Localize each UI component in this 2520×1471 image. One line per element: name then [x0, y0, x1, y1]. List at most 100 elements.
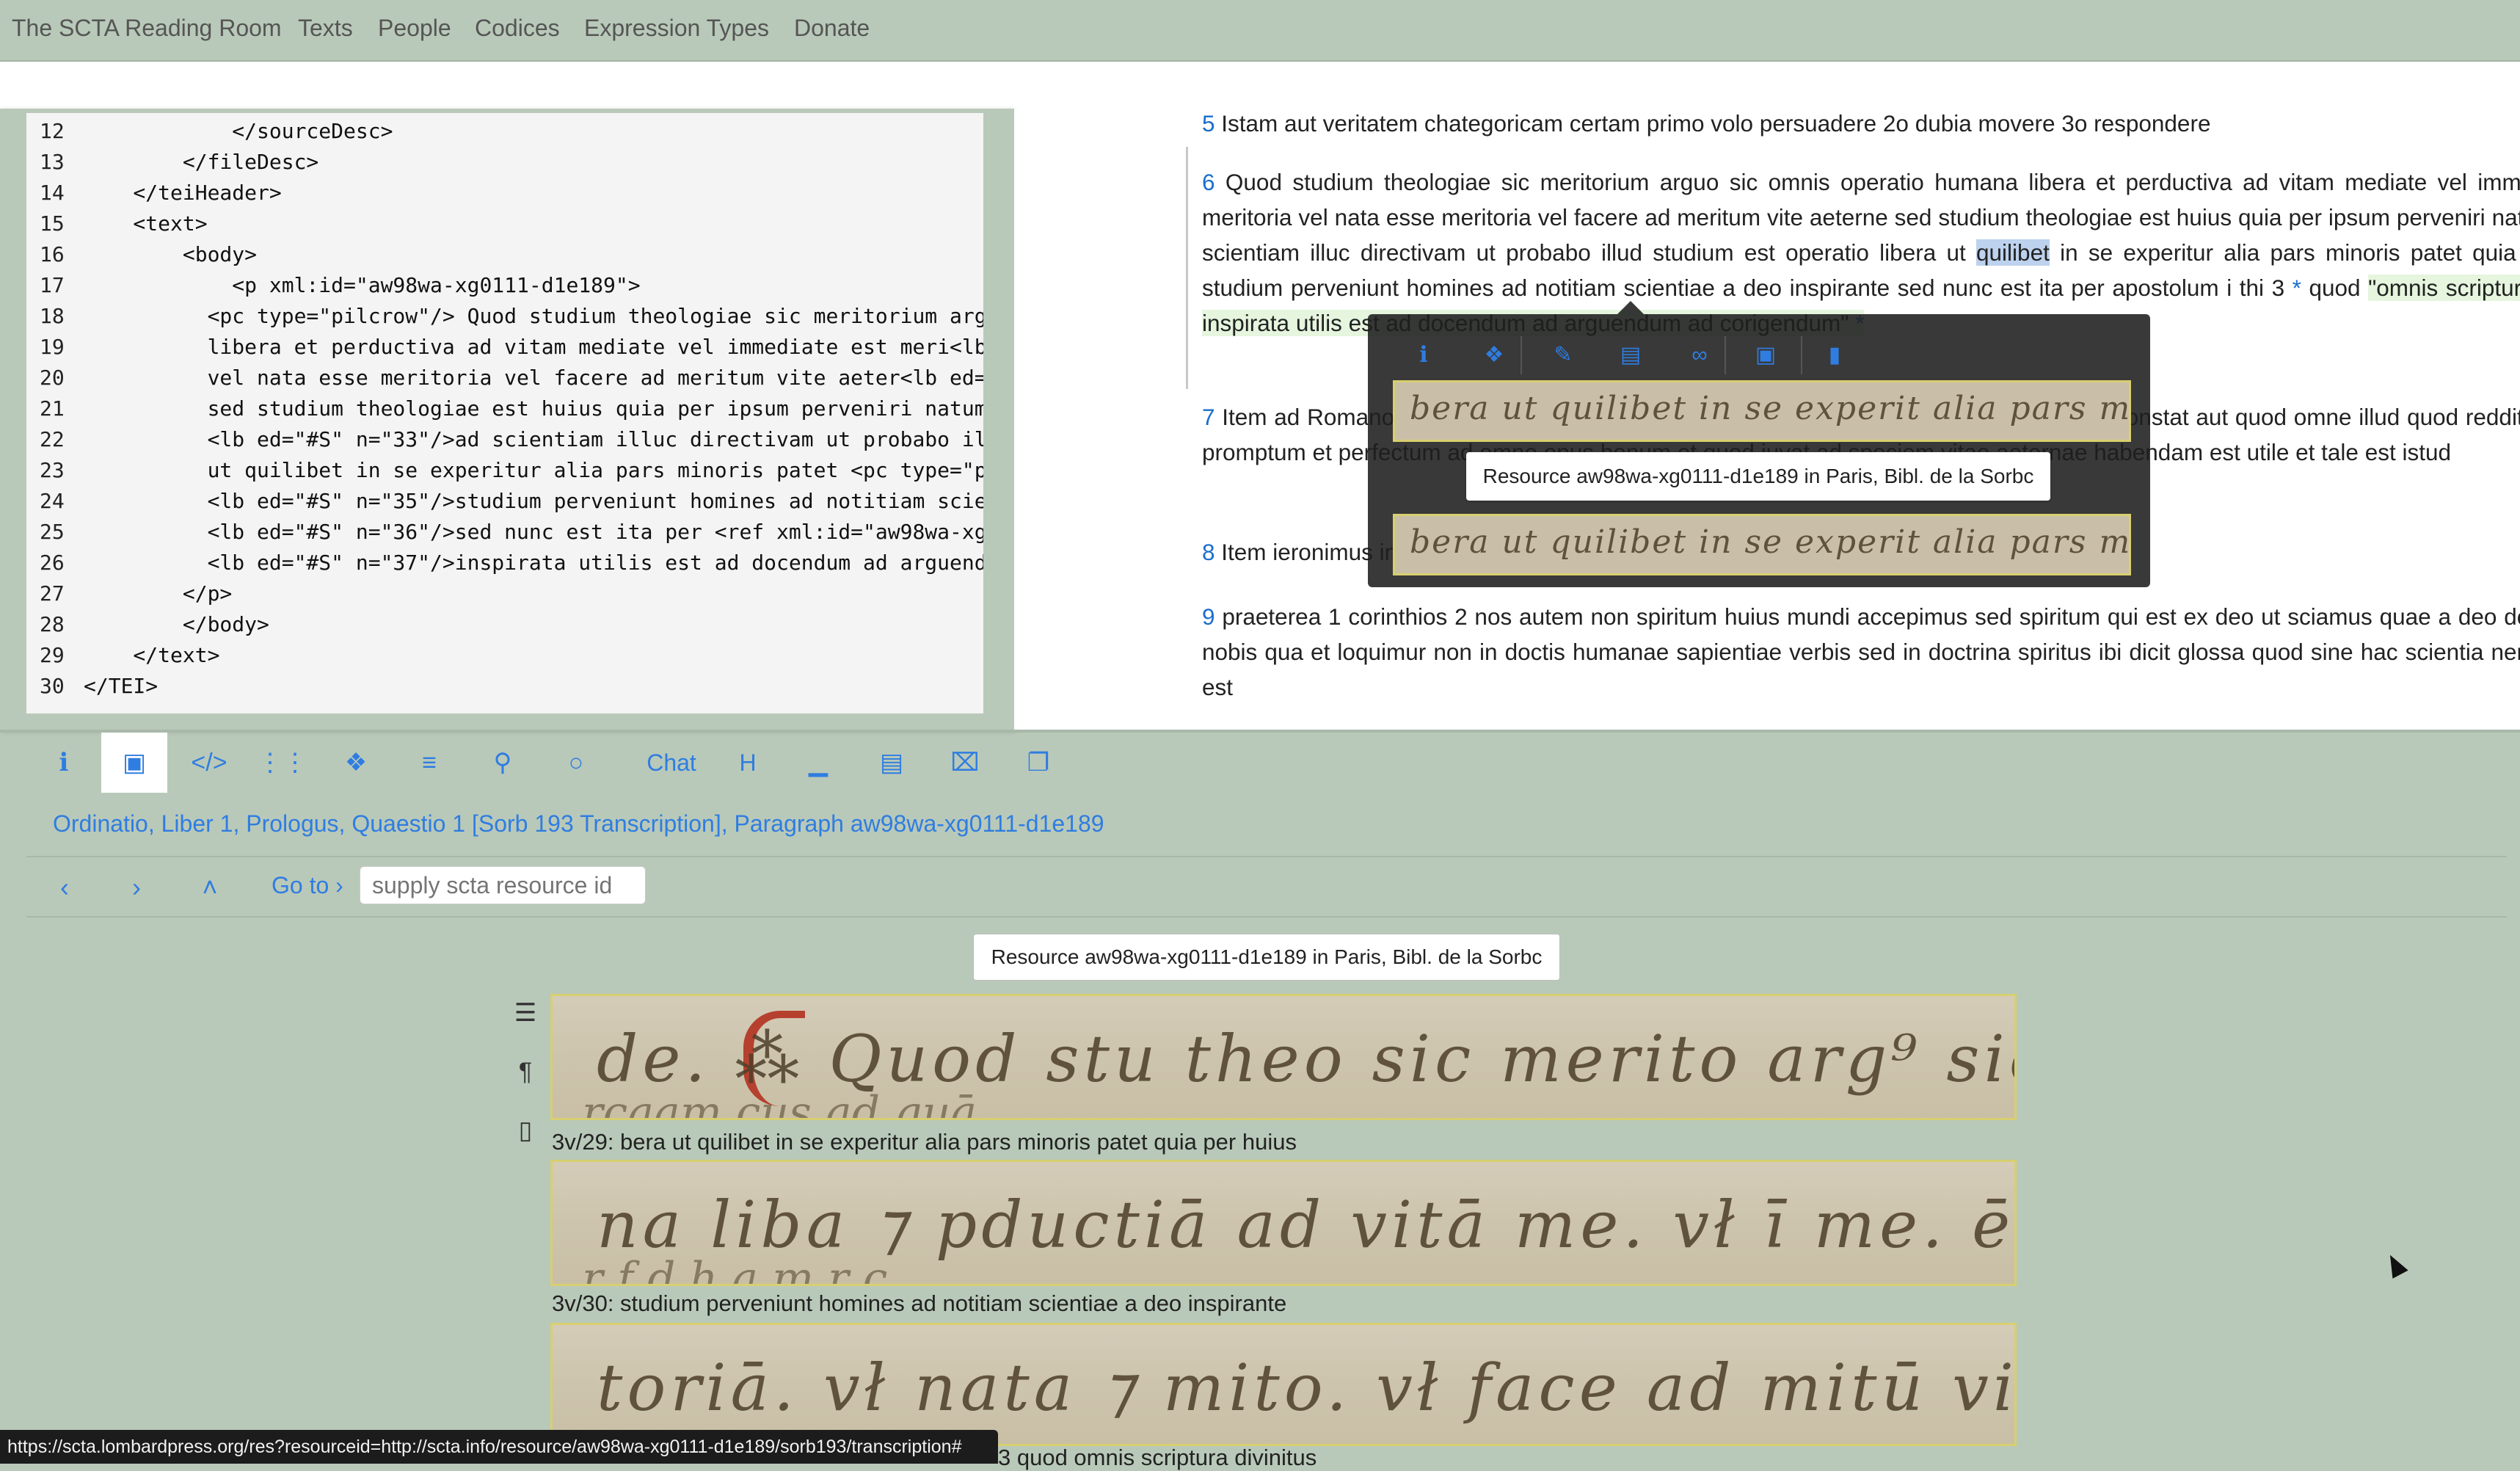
minimize-icon[interactable]: ▁: [785, 733, 851, 793]
chevron-up-icon[interactable]: ˄: [195, 869, 225, 906]
popover-divider: [1801, 336, 1802, 374]
clipboard-icon[interactable]: ▤: [1616, 341, 1645, 370]
close-window-icon[interactable]: ⌧: [932, 733, 998, 793]
image-icon[interactable]: ▣: [101, 733, 167, 793]
nav-link-people[interactable]: People: [378, 15, 451, 42]
line-caption: 3v/29: bera ut quilibet in se experitur …: [552, 1129, 1297, 1155]
chevron-left-icon[interactable]: ‹: [50, 869, 79, 906]
goto-label: Go to ›: [272, 872, 343, 899]
align-left-icon[interactable]: ≡: [396, 733, 462, 793]
brand-link[interactable]: The SCTA Reading Room: [12, 15, 282, 42]
popover-arrow: [1617, 301, 1644, 314]
line-code: </body>: [84, 612, 269, 636]
window-icon[interactable]: ▤: [859, 733, 925, 793]
manuscript-script: na liba ⁊ pductiā ad vitā me. vł ī me. ē…: [597, 1187, 2017, 1263]
line-number: 27: [40, 581, 65, 606]
line-code: vel nata esse meritoria vel facere ad me…: [84, 366, 983, 390]
line-code: <body>: [84, 242, 258, 266]
nav-link-donate[interactable]: Donate: [794, 15, 870, 42]
nav-link-expression-types[interactable]: Expression Types: [584, 15, 769, 42]
line-code: libera et perductiva ad vitam mediate ve…: [84, 335, 983, 359]
code-icon[interactable]: </>: [176, 733, 242, 793]
search-icon[interactable]: ⚲: [470, 733, 536, 793]
copy-window-icon[interactable]: ❐: [1005, 733, 1071, 793]
line-number: 19: [40, 335, 65, 359]
divider: [26, 916, 2507, 918]
nav-link-texts[interactable]: Texts: [298, 15, 353, 42]
manuscript-script: r f d h a m r c: [582, 1253, 888, 1286]
list-icon[interactable]: ☰: [509, 997, 542, 1029]
manuscript-script: rcaam cus ad quā: [582, 1087, 977, 1120]
line-code: </TEI>: [84, 674, 159, 698]
paragraph-active-bar: [1186, 147, 1188, 389]
nav-link-codices[interactable]: Codices: [475, 15, 560, 42]
line-caption: 3 quod omnis scriptura divinitus: [998, 1445, 1317, 1470]
circle-icon[interactable]: ○: [543, 733, 609, 793]
paragraph-9[interactable]: 9 praeterea 1 corinthios 2 nos autem non…: [1202, 599, 2520, 705]
popover-divider: [1725, 336, 1726, 374]
manuscript-script: bera ut quilibet in se experit alia pars…: [1410, 390, 2131, 427]
image-icon[interactable]: ▣: [1751, 341, 1780, 370]
xml-editor-panel: 12 </sourceDesc> 13 </fileDesc> 14 </teiHe…: [0, 109, 1014, 730]
line-code: <text>: [84, 211, 208, 236]
line-number: 14: [40, 181, 65, 205]
line-code: </teiHeader>: [84, 181, 282, 205]
popover-manuscript-image-2[interactable]: bera ut quilibet in se experit alia pars…: [1393, 514, 2131, 575]
line-code: <pc type="pilcrow"/> Quod studium theolo…: [84, 304, 983, 328]
paragraph-text: Istam aut veritatem chategoricam certam …: [1215, 110, 2211, 137]
content-top-strip: [0, 62, 2520, 109]
info-icon[interactable]: ℹ: [31, 733, 97, 793]
line-number: 13: [40, 150, 65, 174]
line-code: <lb ed="#S" n="36"/>sed nunc est ita per…: [84, 520, 983, 544]
xml-code-editor[interactable]: 12 </sourceDesc> 13 </fileDesc> 14 </teiHe…: [26, 113, 983, 713]
line-number: 30: [40, 674, 65, 698]
comments-icon[interactable]: ❖: [1479, 341, 1509, 370]
chevron-right-icon[interactable]: ›: [122, 869, 151, 906]
paragraph-text: quod: [2301, 275, 2369, 301]
status-bar-url: https://scta.lombardpress.org/res?resour…: [0, 1430, 998, 1464]
line-code: </sourceDesc>: [84, 119, 393, 143]
book-icon[interactable]: ▮: [1820, 341, 1849, 370]
top-navbar: The SCTA Reading Room Texts People Codic…: [0, 0, 2520, 62]
resource-tooltip: Resource aw98wa-xg0111-d1e189 in Paris, …: [973, 934, 1560, 981]
chat-button[interactable]: Chat: [631, 733, 712, 793]
mouse-cursor: [2382, 1251, 2408, 1279]
panel-title[interactable]: Ordinatio, Liber 1, Prologus, Quaestio 1…: [53, 810, 1104, 838]
info-icon[interactable]: ℹ: [1409, 341, 1438, 370]
line-number: 18: [40, 304, 65, 328]
line-code: </p>: [84, 581, 233, 606]
manuscript-line-image[interactable]: toriā. vł nata ⁊ mito. vł face ad mitū v…: [550, 1323, 2017, 1446]
line-number: 29: [40, 643, 65, 667]
link-icon[interactable]: ∞: [1685, 341, 1714, 370]
selected-word[interactable]: quilibet: [1976, 239, 2050, 266]
paragraph-number[interactable]: 9: [1202, 603, 1215, 630]
chevron-right-icon: ›: [335, 872, 343, 898]
comments-icon[interactable]: ❖: [323, 733, 389, 793]
reference-marker[interactable]: *: [2293, 275, 2301, 301]
grid-icon[interactable]: ⋮⋮: [250, 733, 316, 793]
paragraph-number[interactable]: 7: [1202, 404, 1215, 430]
goto-text: Go to: [272, 872, 329, 898]
goto-resource-input[interactable]: [360, 866, 646, 904]
h-button[interactable]: H: [715, 733, 781, 793]
paragraph-number[interactable]: 5: [1202, 110, 1215, 137]
line-number: 16: [40, 242, 65, 266]
line-code: <lb ed="#S" n="37"/>inspirata utilis est…: [84, 551, 983, 575]
edit-icon[interactable]: ✎: [1548, 341, 1578, 370]
paragraph-icon[interactable]: ¶: [509, 1056, 542, 1088]
line-number: 21: [40, 396, 65, 421]
paragraph-5[interactable]: 5 Istam aut veritatem chategoricam certa…: [1202, 109, 2520, 141]
document-icon[interactable]: ▯: [509, 1114, 542, 1147]
popover-resource-tooltip: Resource aw98wa-xg0111-d1e189 in Paris, …: [1466, 452, 2050, 501]
line-number: 22: [40, 427, 65, 451]
popover-manuscript-image-1[interactable]: bera ut quilibet in se experit alia pars…: [1393, 380, 2131, 442]
paragraph-number[interactable]: 6: [1202, 169, 1215, 195]
line-number: 23: [40, 458, 65, 482]
line-number: 24: [40, 489, 65, 513]
line-code: </fileDesc>: [84, 150, 319, 174]
manuscript-line-image[interactable]: na liba ⁊ pductiā ad vitā me. vł ī me. ē…: [550, 1160, 2017, 1286]
line-code: <lb ed="#S" n="33"/>ad scientiam illuc d…: [84, 427, 983, 451]
manuscript-line-image[interactable]: de. ⁂ Quod stu theo sic merito arg⁹ sic.…: [550, 994, 2017, 1120]
paragraph-number[interactable]: 8: [1202, 539, 1215, 565]
popover-divider: [1521, 336, 1522, 374]
